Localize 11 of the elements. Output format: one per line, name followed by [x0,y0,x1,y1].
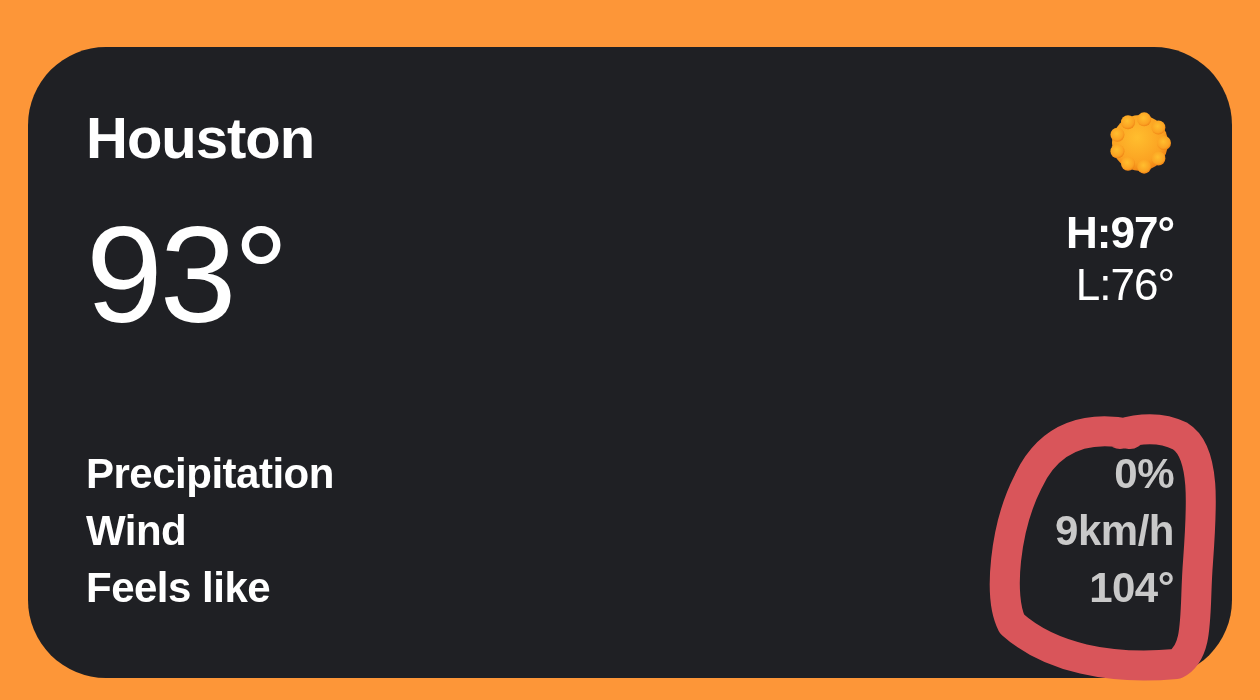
detail-value: 0% [1114,449,1174,499]
detail-label: Wind [86,506,187,556]
low-temperature: L:76° [1075,259,1174,311]
detail-label: Feels like [86,563,271,613]
detail-value: 9km/h [1055,506,1174,556]
detail-value: 104° [1089,563,1174,613]
current-temperature: 93° [86,199,286,349]
detail-label: Precipitation [86,449,334,499]
sun-icon [1110,112,1171,174]
city-name: Houston [86,104,315,172]
high-temperature: H:97° [1066,207,1174,259]
